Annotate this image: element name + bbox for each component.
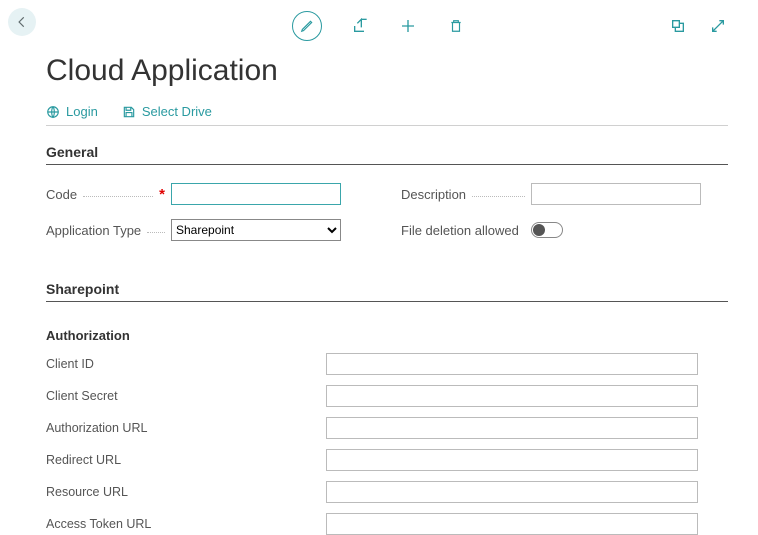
- app-type-select[interactable]: Sharepoint: [171, 219, 341, 241]
- description-label: Description: [401, 187, 531, 202]
- description-input[interactable]: [531, 183, 701, 205]
- login-link-label: Login: [66, 104, 98, 119]
- delete-button[interactable]: [446, 16, 466, 36]
- auth-url-label: Authorization URL: [46, 421, 326, 435]
- client-secret-input[interactable]: [326, 385, 698, 407]
- edit-button[interactable]: [292, 11, 322, 41]
- client-secret-label: Client Secret: [46, 389, 326, 403]
- section-sharepoint: Sharepoint: [46, 281, 728, 302]
- expand-icon: [710, 18, 726, 34]
- code-input[interactable]: [171, 183, 341, 205]
- app-type-label: Application Type: [46, 223, 171, 238]
- section-authorization: Authorization: [46, 328, 728, 343]
- refresh-icon: [670, 18, 686, 34]
- back-button[interactable]: [8, 8, 36, 36]
- redirect-url-label: Redirect URL: [46, 453, 326, 467]
- select-drive-link-label: Select Drive: [142, 104, 212, 119]
- file-deletion-label: File deletion allowed: [401, 223, 531, 238]
- page-title: Cloud Application: [46, 54, 728, 88]
- section-general: General: [46, 144, 728, 165]
- expand-button[interactable]: [708, 16, 728, 36]
- plus-icon: [400, 18, 416, 34]
- client-id-label: Client ID: [46, 357, 326, 371]
- access-token-url-label: Access Token URL: [46, 517, 326, 531]
- access-token-url-input[interactable]: [326, 513, 698, 535]
- resource-url-label: Resource URL: [46, 485, 326, 499]
- login-link[interactable]: Login: [46, 104, 98, 119]
- share-button[interactable]: [350, 16, 370, 36]
- auth-url-input[interactable]: [326, 417, 698, 439]
- globe-icon: [46, 105, 60, 119]
- select-drive-link[interactable]: Select Drive: [122, 104, 212, 119]
- trash-icon: [449, 18, 463, 34]
- add-button[interactable]: [398, 16, 418, 36]
- refresh-button[interactable]: [668, 16, 688, 36]
- pencil-icon: [300, 19, 314, 33]
- code-label: Code*: [46, 186, 171, 203]
- file-deletion-toggle[interactable]: [531, 222, 563, 238]
- share-icon: [352, 18, 368, 34]
- client-id-input[interactable]: [326, 353, 698, 375]
- toolbar: [46, 8, 728, 44]
- resource-url-input[interactable]: [326, 481, 698, 503]
- save-icon: [122, 105, 136, 119]
- redirect-url-input[interactable]: [326, 449, 698, 471]
